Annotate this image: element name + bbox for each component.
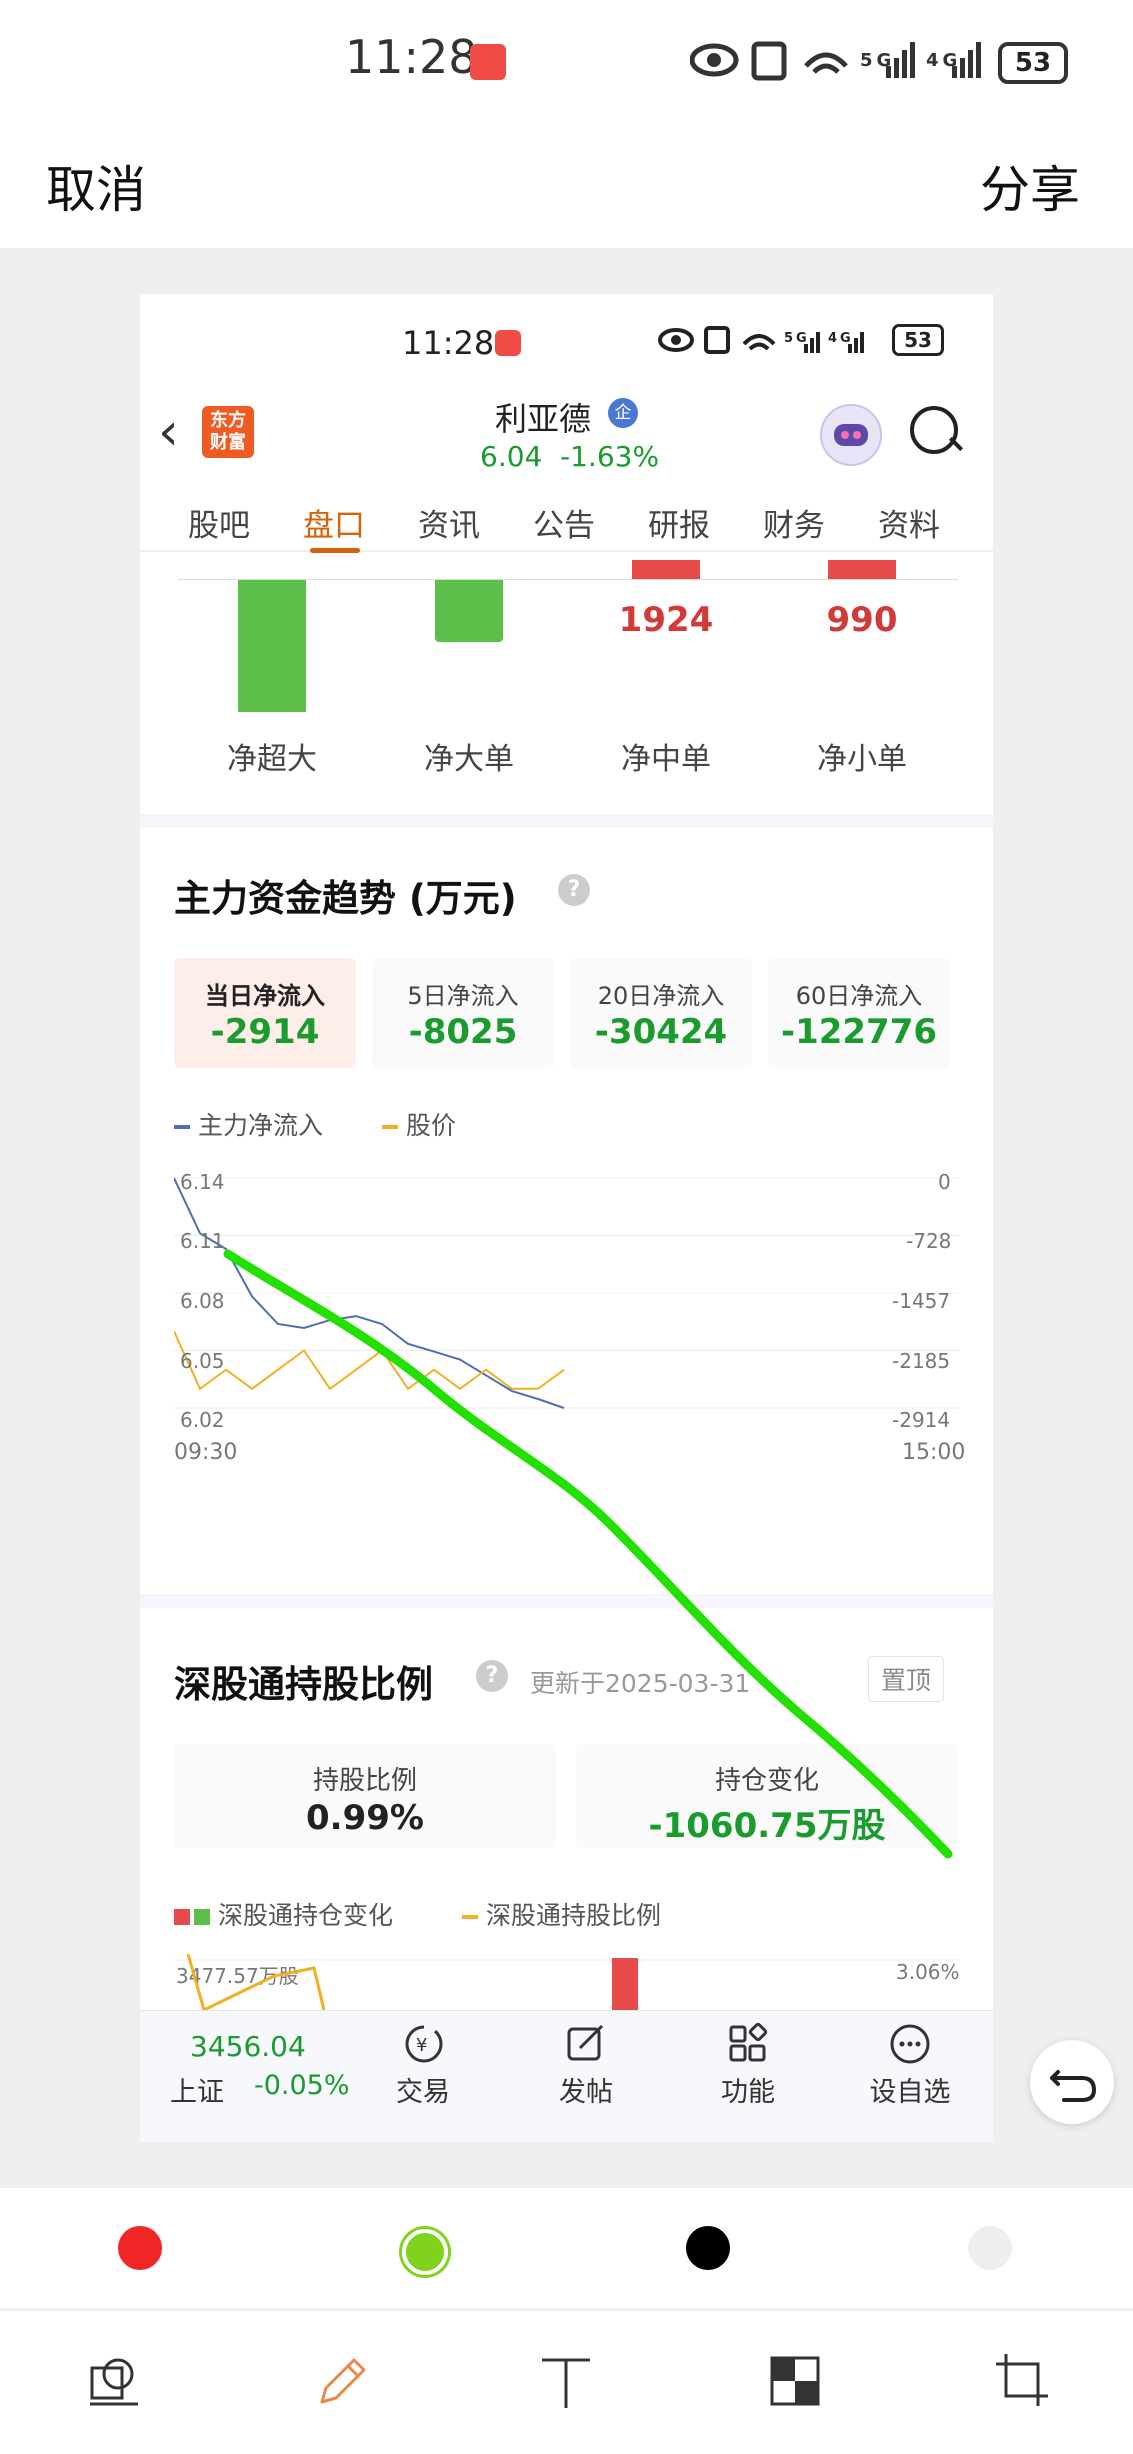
cancel-button[interactable]: 取消 (46, 150, 146, 222)
network-icons: 5G 4G (689, 36, 990, 95)
annotation-stroke (223, 1249, 953, 1859)
color-green[interactable] (402, 2229, 448, 2275)
screenshot-preview: 11:28 5G 4G 53 ‹ 东方财富 利亚德 企 6.04 -1.63% … (140, 294, 993, 2142)
share-button[interactable]: 分享 (980, 150, 1080, 222)
edit-top-bar (0, 130, 1133, 248)
crop-tool-icon[interactable] (992, 2350, 1052, 2410)
mosaic-tool-icon[interactable] (770, 2356, 820, 2406)
annotation-path (223, 1249, 953, 1859)
color-black[interactable] (686, 2226, 730, 2270)
undo-icon (1050, 2070, 1096, 2102)
text-tool-icon[interactable] (538, 2352, 594, 2412)
color-white[interactable] (968, 2226, 1012, 2270)
pen-tool-icon[interactable] (312, 2352, 372, 2412)
shape-tool-icon[interactable] (86, 2354, 142, 2410)
color-red[interactable] (118, 2226, 162, 2270)
battery-icon: 53 (998, 42, 1068, 84)
status-time: 11:28 (345, 30, 478, 84)
undo-button[interactable] (1030, 2040, 1114, 2124)
color-palette (0, 2188, 1133, 2308)
app-notification-icon (470, 44, 506, 80)
